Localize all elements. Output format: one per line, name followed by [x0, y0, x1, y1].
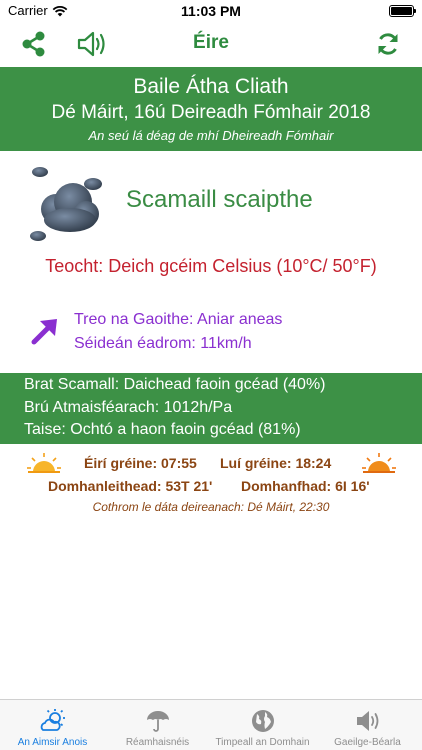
tab-label: Gaeilge-Béarla: [334, 737, 401, 748]
sunrise-time: Éirí gréine: 07:55: [84, 455, 197, 471]
status-bar: Carrier 11:03 PM: [0, 0, 422, 22]
clock: 11:03 PM: [181, 3, 241, 19]
navigation-bar: Éire: [0, 22, 422, 66]
wind-arrow-icon: [30, 316, 60, 351]
nav-title: Éire: [193, 32, 229, 53]
umbrella-icon: [105, 708, 210, 734]
tab-bar: An Aimsir Anois Réamhaisnéis Timpeall an…: [0, 699, 422, 750]
tab-label: Timpeall an Domhain: [215, 737, 310, 748]
longitude: Domhanfhad: 6I 16': [241, 478, 370, 494]
city-name: Baile Átha Cliath: [133, 75, 289, 98]
refresh-button[interactable]: [372, 28, 404, 60]
cloud-icon: [28, 164, 108, 249]
date-label: Dé Máirt, 16ú Deireadh Fómhair 2018: [51, 102, 371, 123]
latitude: Domhanleithead: 53T 21': [48, 478, 213, 494]
tab-irish-english[interactable]: Gaeilge-Béarla: [315, 700, 420, 750]
speaker-icon: [315, 708, 420, 734]
temperature-label: Teocht: Deich gcéim Celsius (10°C/ 50°F): [45, 256, 377, 276]
cloud-cover: Brat Scamall: Daichead faoin gcéad (40%): [24, 376, 326, 393]
location-header: Baile Átha Cliath Dé Máirt, 16ú Deireadh…: [0, 67, 422, 151]
sunrise-icon: [26, 452, 62, 479]
wind-direction: Treo na Gaoithe: Aniar aneas: [74, 311, 283, 328]
battery-icon: [389, 5, 416, 17]
globe-icon: [210, 708, 315, 734]
tab-label: An Aimsir Anois: [17, 737, 88, 748]
sunset-icon: [361, 452, 397, 479]
refresh-icon: [378, 33, 398, 55]
tab-weather-now[interactable]: An Aimsir Anois: [0, 700, 105, 750]
wind-speed: Séideán éadrom: 11km/h: [74, 335, 252, 352]
last-updated: Cothrom le dáta deireanach: Dé Máirt, 22…: [92, 500, 330, 514]
tab-forecast[interactable]: Réamhaisnéis: [105, 700, 210, 750]
tab-label: Réamhaisnéis: [125, 737, 190, 748]
details-panel: Brat Scamall: Daichead faoin gcéad (40%)…: [0, 373, 422, 444]
humidity: Taise: Ochtó a haon faoin gcéad (81%): [24, 421, 301, 438]
weather-now-icon: [0, 708, 105, 734]
date-long-label: An seú lá déag de mhí Dheireadh Fómhair: [88, 128, 334, 143]
sunset-time: Luí gréine: 18:24: [220, 455, 332, 471]
pressure: Brú Atmaisféarach: 1012h/Pa: [24, 399, 233, 416]
weather-condition: Scamaill scaipthe: [126, 186, 313, 213]
tab-world[interactable]: Timpeall an Domhain: [210, 700, 315, 750]
